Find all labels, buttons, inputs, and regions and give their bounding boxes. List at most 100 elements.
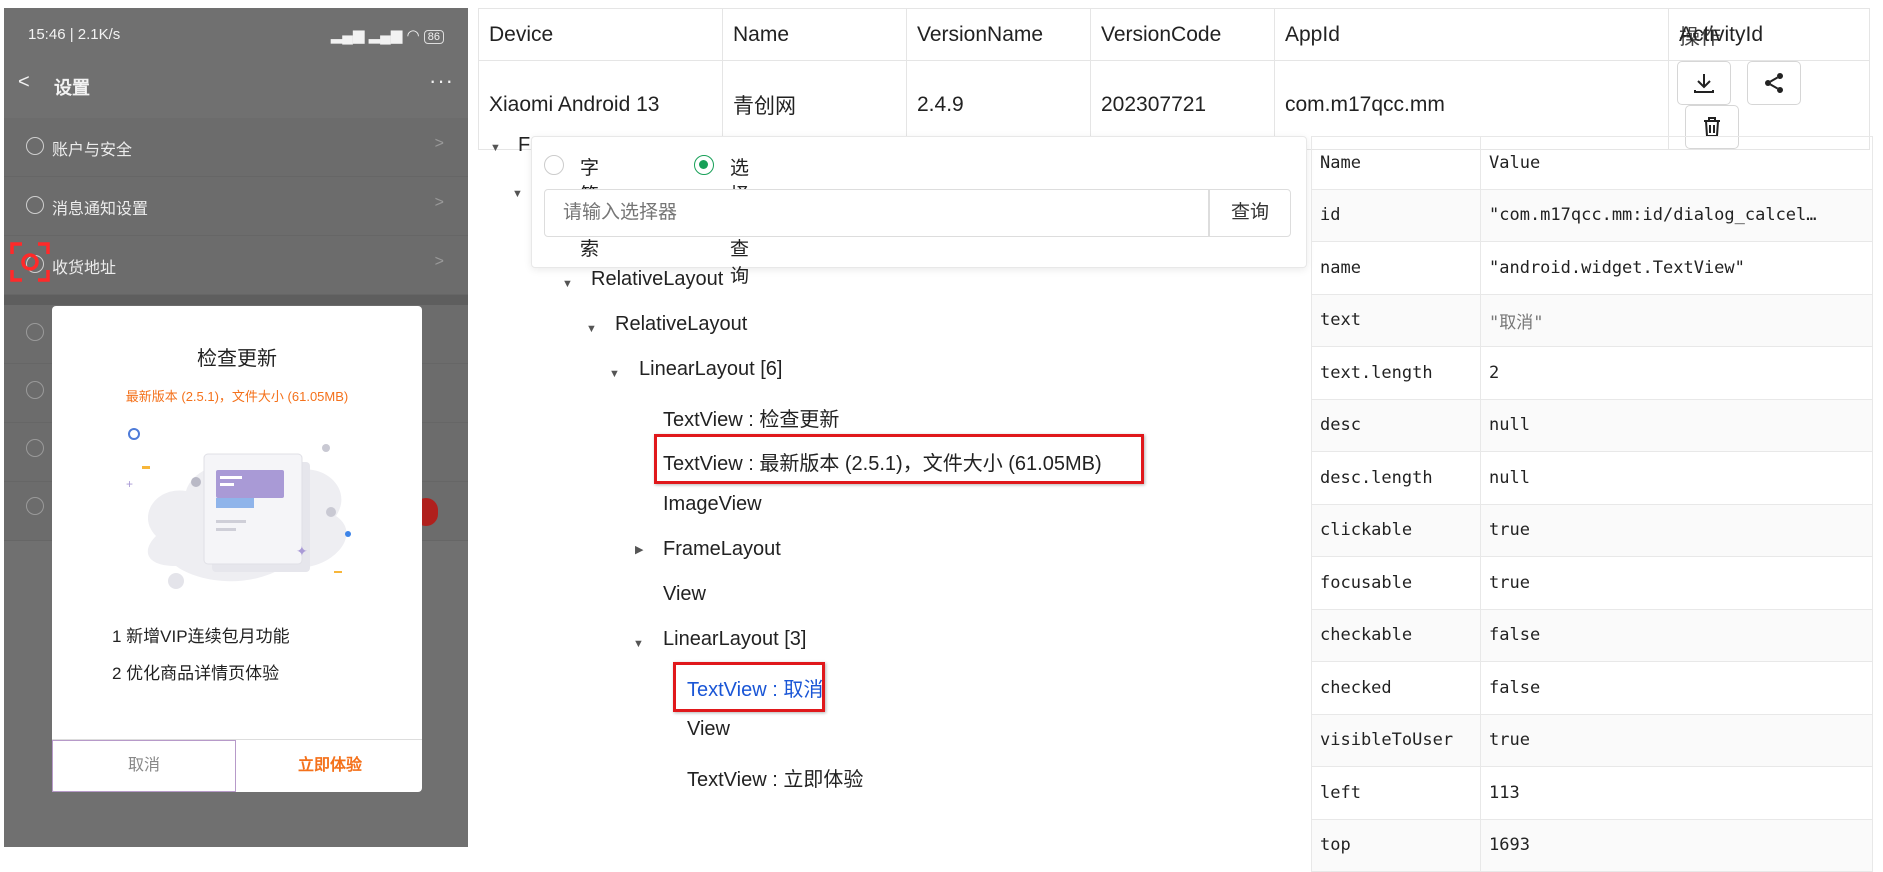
update-illustration: + ✦ bbox=[126, 428, 351, 589]
dialog-title: 检查更新 bbox=[197, 348, 277, 370]
attr-value: false bbox=[1480, 661, 1873, 715]
caret-down-icon[interactable]: ▼ bbox=[633, 638, 644, 650]
column-header: ActivityId 操作 bbox=[1668, 8, 1870, 61]
inspect-target-icon[interactable] bbox=[10, 242, 50, 282]
tree-node-root[interactable]: F bbox=[518, 134, 530, 157]
attr-value: true bbox=[1480, 713, 1873, 767]
app-nav-bar: < 设置 ··· bbox=[4, 62, 468, 110]
tree-node[interactable]: TextView : 最新版本 (2.5.1)，文件大小 (61.05MB) bbox=[663, 447, 1102, 476]
attr-name: clickable bbox=[1311, 503, 1481, 557]
table-row[interactable]: text.length 2 bbox=[1311, 346, 1873, 400]
wifi-icon: ◠ bbox=[406, 27, 420, 44]
svg-text:+: + bbox=[126, 477, 133, 491]
attr-value: true bbox=[1480, 503, 1873, 557]
share-button[interactable] bbox=[1747, 61, 1801, 105]
table-row[interactable]: top 1693 bbox=[1311, 818, 1873, 872]
share-icon bbox=[1765, 73, 1783, 93]
caret-right-icon[interactable]: ▶ bbox=[635, 543, 643, 556]
attr-name: desc.length bbox=[1311, 451, 1481, 505]
caret-down-icon[interactable]: ▼ bbox=[512, 188, 523, 200]
bell-icon bbox=[26, 196, 44, 214]
screen-title: 设置 bbox=[54, 78, 90, 98]
search-panel: 字符搜索 选择器查询 查询 bbox=[531, 136, 1307, 287]
selector-input[interactable] bbox=[544, 189, 1209, 237]
cancel-button[interactable]: 取消 bbox=[52, 740, 236, 792]
attr-value: "android.widget.TextView" bbox=[1480, 241, 1873, 295]
table-row[interactable]: text "取消" bbox=[1311, 293, 1873, 347]
battery-icon: 86 bbox=[423, 30, 444, 44]
release-note-item: 1 新增VIP连续包月功能 bbox=[112, 627, 290, 646]
tree-node[interactable]: LinearLayout [3] bbox=[663, 628, 806, 651]
back-icon[interactable]: < bbox=[18, 71, 30, 94]
download-button[interactable] bbox=[1677, 61, 1731, 105]
chevron-right-icon: > bbox=[434, 253, 444, 270]
dialog-subtitle: 最新版本 (2.5.1)，文件大小 (61.05MB) bbox=[125, 389, 349, 404]
caret-down-icon[interactable]: ▼ bbox=[490, 142, 501, 154]
column-header: AppId bbox=[1274, 8, 1669, 61]
tree-node[interactable]: TextView : 立即体验 bbox=[687, 763, 863, 792]
table-row[interactable]: clickable true bbox=[1311, 503, 1873, 557]
attr-name: name bbox=[1311, 241, 1481, 295]
try-now-button[interactable]: 立即体验 bbox=[238, 740, 422, 792]
caret-down-icon[interactable]: ▼ bbox=[562, 278, 573, 290]
attr-name: checkable bbox=[1311, 608, 1481, 662]
table-row[interactable]: visibleToUser true bbox=[1311, 713, 1873, 767]
column-header: Name bbox=[1311, 136, 1481, 190]
table-row[interactable]: checked false bbox=[1311, 661, 1873, 715]
tree-node[interactable]: TextView : 检查更新 bbox=[663, 403, 839, 432]
column-header: VersionCode bbox=[1090, 8, 1275, 61]
attr-name: text.length bbox=[1311, 346, 1481, 400]
table-header-row: Name Value bbox=[1311, 136, 1873, 190]
actions-header: 操作 bbox=[1679, 26, 1721, 49]
tree-node[interactable]: View bbox=[663, 583, 706, 606]
query-button[interactable]: 查询 bbox=[1209, 189, 1291, 237]
attr-value: 2 bbox=[1480, 346, 1873, 400]
attr-value: null bbox=[1480, 451, 1873, 505]
svg-text:✦: ✦ bbox=[296, 543, 308, 559]
more-icon[interactable]: ··· bbox=[429, 68, 454, 94]
attr-name: left bbox=[1311, 766, 1481, 820]
signal-icon: ▂▄▆ ▂▄▆ bbox=[330, 27, 403, 44]
attributes-table: Name Value id "com.m17qcc.mm:id/dialog_ca… bbox=[1311, 136, 1873, 872]
tree-node[interactable]: RelativeLayout bbox=[615, 313, 747, 336]
table-row[interactable]: focusable true bbox=[1311, 556, 1873, 610]
table-row[interactable]: name "android.widget.TextView" bbox=[1311, 241, 1873, 295]
tree-node[interactable]: LinearLayout [6] bbox=[639, 358, 782, 381]
caret-down-icon[interactable]: ▼ bbox=[586, 323, 597, 335]
radio-circle-checked bbox=[694, 155, 714, 175]
menu-item-label: 账户与安全 bbox=[52, 142, 133, 159]
tree-node[interactable]: View bbox=[687, 718, 730, 741]
menu-item-address[interactable]: 收货地址 > bbox=[4, 236, 468, 295]
chevron-right-icon: > bbox=[434, 135, 444, 152]
tree-node-selected[interactable]: TextView : 取消 bbox=[687, 673, 823, 702]
menu-item-account-security[interactable]: 账户与安全 > bbox=[4, 118, 468, 177]
table-row[interactable]: left 113 bbox=[1311, 766, 1873, 820]
caret-down-icon[interactable]: ▼ bbox=[609, 368, 620, 380]
attr-value: "com.m17qcc.mm:id/dialog_calcel… bbox=[1480, 188, 1873, 242]
attr-name: top bbox=[1311, 818, 1481, 872]
column-header: Name bbox=[722, 8, 907, 61]
tree-node[interactable]: ImageView bbox=[663, 493, 762, 516]
device-info-table: Device Name VersionName VersionCode AppI… bbox=[478, 8, 1870, 150]
table-row[interactable]: desc.length null bbox=[1311, 451, 1873, 505]
table-row[interactable]: id "com.m17qcc.mm:id/dialog_calcel… bbox=[1311, 188, 1873, 242]
attr-value: null bbox=[1480, 398, 1873, 452]
table-row[interactable]: desc null bbox=[1311, 398, 1873, 452]
tree-node[interactable]: FrameLayout bbox=[663, 538, 781, 561]
status-bar: 15:46 | 2.1K/s ▂▄▆ ▂▄▆ ◠ 86 bbox=[4, 8, 468, 62]
table-row[interactable]: checkable false bbox=[1311, 608, 1873, 662]
attr-name: desc bbox=[1311, 398, 1481, 452]
tree-node[interactable]: RelativeLayout bbox=[591, 268, 723, 291]
attr-value: "取消" bbox=[1480, 293, 1873, 347]
lock-icon bbox=[26, 137, 44, 155]
attr-name: id bbox=[1311, 188, 1481, 242]
download-icon bbox=[1694, 74, 1714, 93]
menu-item-notifications[interactable]: 消息通知设置 > bbox=[4, 177, 468, 236]
table-header-row: Device Name VersionName VersionCode AppI… bbox=[478, 8, 1870, 61]
attr-value: 113 bbox=[1480, 766, 1873, 820]
update-dialog: 检查更新 最新版本 (2.5.1)，文件大小 (61.05MB) + ✦ 1 新… bbox=[52, 306, 422, 792]
column-header: VersionName bbox=[906, 8, 1091, 61]
attr-name: text bbox=[1311, 293, 1481, 347]
column-header: Device bbox=[478, 8, 723, 61]
device-screenshot[interactable]: 15:46 | 2.1K/s ▂▄▆ ▂▄▆ ◠ 86 < 设置 ··· 账户与… bbox=[4, 8, 468, 847]
